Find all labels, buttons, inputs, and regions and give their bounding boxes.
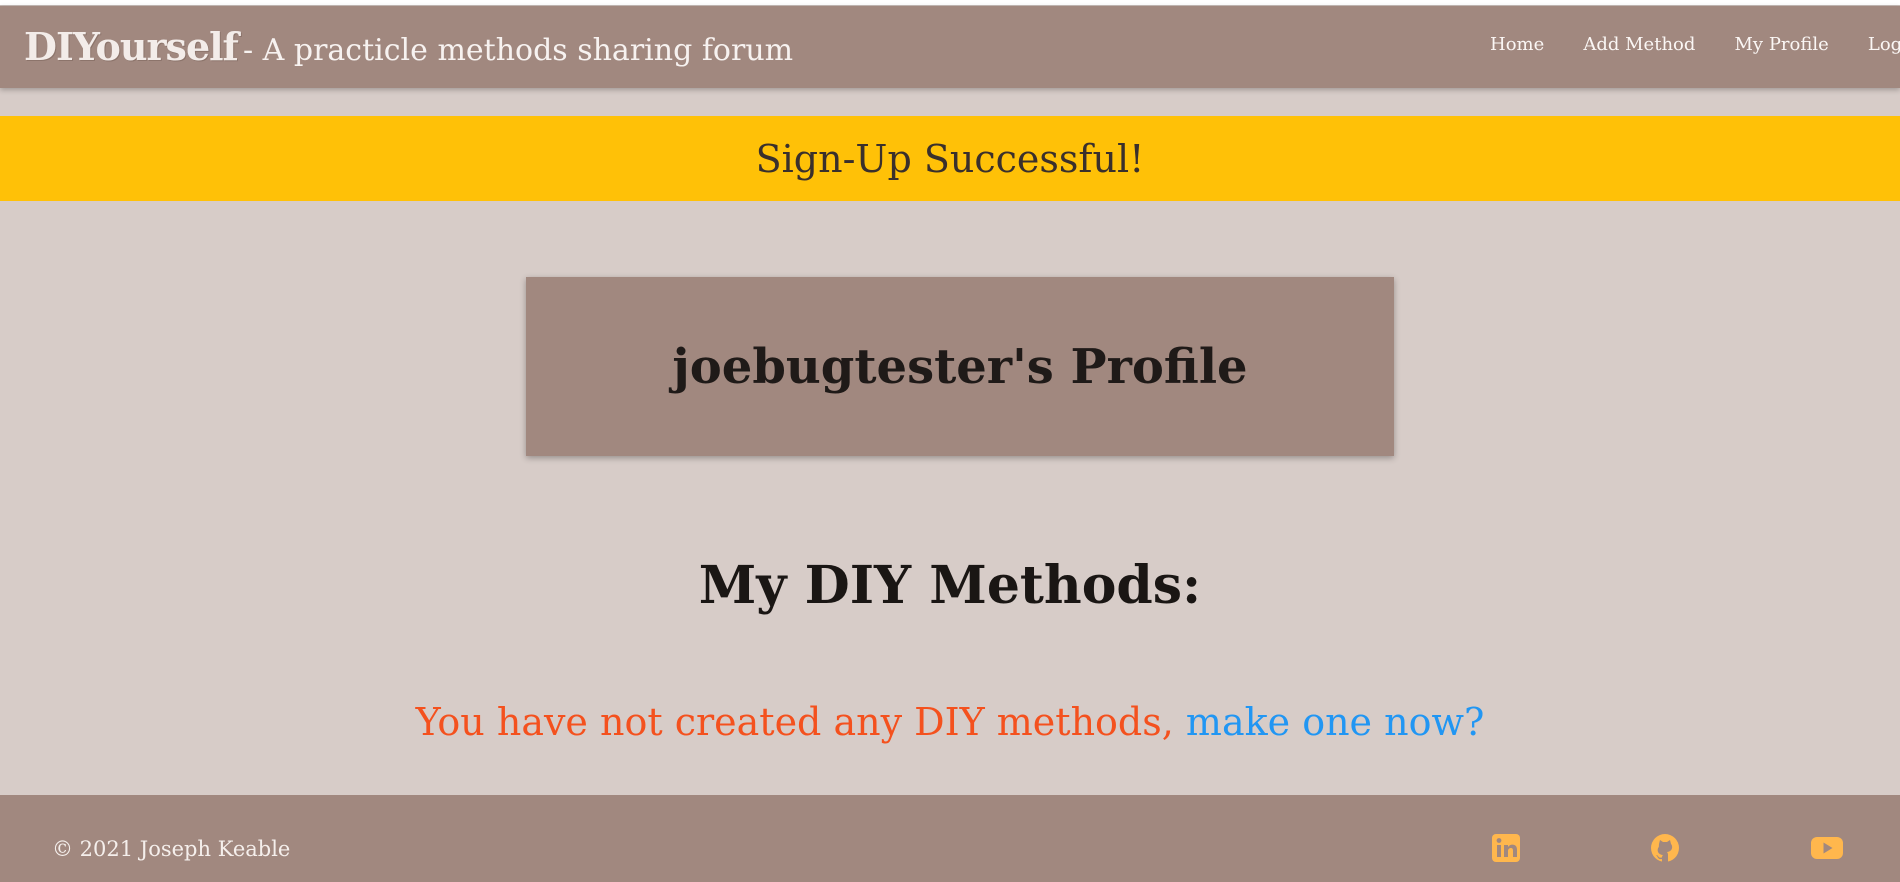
profile-title: joebugtester's Profile bbox=[672, 338, 1248, 395]
linkedin-icon[interactable] bbox=[1491, 833, 1521, 863]
flash-message-text: Sign-Up Successful! bbox=[755, 136, 1145, 181]
nav-link-add-method[interactable]: Add Method bbox=[1583, 34, 1695, 55]
brand-logo-text[interactable]: DIYourself bbox=[24, 24, 239, 69]
nav-link-home[interactable]: Home bbox=[1490, 34, 1544, 55]
make-one-now-link[interactable]: make one now? bbox=[1186, 700, 1484, 744]
nav-link-my-profile[interactable]: My Profile bbox=[1735, 34, 1829, 55]
brand-tagline: - A practicle methods sharing forum bbox=[243, 33, 794, 68]
nav-menu: Home Add Method My Profile Log Out bbox=[1490, 34, 1900, 55]
empty-methods-text: You have not created any DIY methods, bbox=[415, 700, 1174, 744]
empty-methods-message: You have not created any DIY methods, ma… bbox=[0, 700, 1900, 744]
flash-message-banner: Sign-Up Successful! bbox=[0, 116, 1900, 201]
brand[interactable]: DIYourself - A practicle methods sharing… bbox=[24, 24, 793, 69]
github-icon[interactable] bbox=[1650, 833, 1680, 863]
footer: © 2021 Joseph Keable bbox=[0, 795, 1900, 882]
nav-link-log-out[interactable]: Log Out bbox=[1868, 34, 1900, 55]
navbar: DIYourself - A practicle methods sharing… bbox=[0, 6, 1900, 88]
profile-card: joebugtester's Profile bbox=[526, 277, 1394, 456]
copyright-text: © 2021 Joseph Keable bbox=[52, 837, 291, 861]
youtube-icon[interactable] bbox=[1810, 833, 1844, 863]
methods-heading: My DIY Methods: bbox=[698, 555, 1202, 616]
